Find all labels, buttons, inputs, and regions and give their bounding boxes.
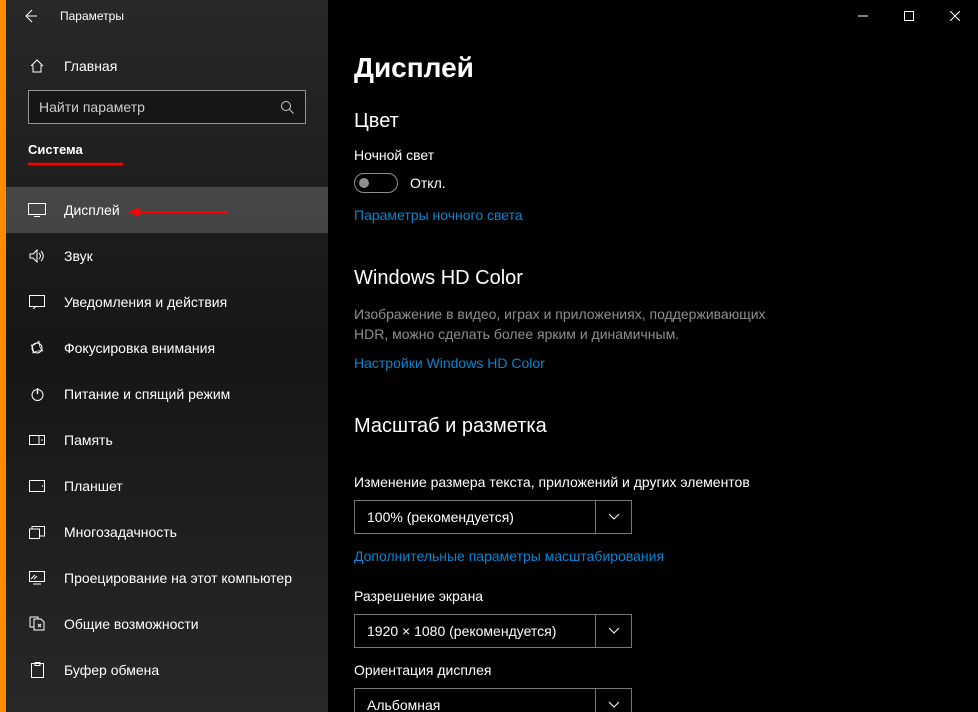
sidebar-item-label: Фокусировка внимания xyxy=(64,340,215,356)
titlebar: Параметры xyxy=(6,0,978,32)
resolution-label: Разрешение экрана xyxy=(354,588,978,604)
resize-label: Изменение размера текста, приложений и д… xyxy=(354,474,978,490)
projecting-icon xyxy=(28,571,46,585)
sidebar-item-power[interactable]: Питание и спящий режим xyxy=(6,371,328,417)
sidebar: Главная Система Дисплей xyxy=(6,0,328,712)
night-light-state: Откл. xyxy=(410,175,446,191)
orientation-dropdown[interactable]: Альбомная xyxy=(354,688,632,712)
night-light-settings-link[interactable]: Параметры ночного света xyxy=(354,207,523,223)
focus-icon xyxy=(28,340,46,356)
sound-icon xyxy=(28,249,46,263)
page-title: Дисплей xyxy=(354,52,978,84)
chevron-down-icon xyxy=(595,501,631,533)
sidebar-item-focus[interactable]: Фокусировка внимания xyxy=(6,325,328,371)
orientation-label: Ориентация дисплея xyxy=(354,662,978,678)
sidebar-item-label: Многозадачность xyxy=(64,524,177,540)
storage-icon xyxy=(28,435,46,445)
group-heading-hdcolor: Windows HD Color xyxy=(354,267,978,290)
group-heading-color: Цвет xyxy=(354,110,978,133)
sidebar-item-sound[interactable]: Звук xyxy=(6,233,328,279)
sidebar-item-shared[interactable]: Общие возможности xyxy=(6,601,328,647)
sidebar-item-label: Звук xyxy=(64,248,93,264)
sidebar-item-notifications[interactable]: Уведомления и действия xyxy=(6,279,328,325)
minimize-button[interactable] xyxy=(840,0,886,32)
sidebar-item-label: Буфер обмена xyxy=(64,662,159,678)
clipboard-icon xyxy=(28,662,46,678)
sidebar-item-projecting[interactable]: Проецирование на этот компьютер xyxy=(6,555,328,601)
chevron-down-icon xyxy=(595,615,631,647)
hdcolor-link[interactable]: Настройки Windows HD Color xyxy=(354,355,545,371)
sidebar-home-label: Главная xyxy=(64,58,117,74)
resolution-dropdown[interactable]: 1920 × 1080 (рекомендуется) xyxy=(354,614,632,648)
window-title: Параметры xyxy=(60,9,124,23)
sidebar-section-label: Система xyxy=(28,142,83,157)
close-button[interactable] xyxy=(932,0,978,32)
night-light-toggle[interactable] xyxy=(354,173,398,193)
maximize-button[interactable] xyxy=(886,0,932,32)
search-input-wrapper[interactable] xyxy=(28,90,306,124)
sidebar-item-tablet[interactable]: Планшет xyxy=(6,463,328,509)
sidebar-nav: Дисплей Звук Уведомления и действия xyxy=(6,187,328,693)
group-heading-scale: Масштаб и разметка xyxy=(354,415,978,438)
annotation-arrow xyxy=(128,207,228,217)
power-icon xyxy=(28,387,46,402)
sidebar-item-display[interactable]: Дисплей xyxy=(6,187,328,233)
annotation-underline xyxy=(28,163,123,165)
sidebar-item-label: Память xyxy=(64,432,113,448)
orientation-value: Альбомная xyxy=(355,697,595,712)
notifications-icon xyxy=(28,295,46,309)
scale-value: 100% (рекомендуется) xyxy=(355,509,595,525)
content: Дисплей Цвет Ночной свет Откл. Параметры… xyxy=(328,0,978,712)
sidebar-item-label: Дисплей xyxy=(64,202,120,218)
resolution-value: 1920 × 1080 (рекомендуется) xyxy=(355,623,595,639)
search-icon xyxy=(280,100,295,115)
search-input[interactable] xyxy=(39,99,269,115)
multitask-icon xyxy=(28,526,46,539)
sidebar-item-label: Проецирование на этот компьютер xyxy=(64,570,292,586)
display-icon xyxy=(28,203,46,217)
sidebar-item-label: Планшет xyxy=(64,478,123,494)
tablet-icon xyxy=(28,480,46,492)
sidebar-item-clipboard[interactable]: Буфер обмена xyxy=(6,647,328,693)
shared-icon xyxy=(28,616,46,632)
sidebar-item-label: Питание и спящий режим xyxy=(64,386,230,402)
night-light-label: Ночной свет xyxy=(354,147,978,163)
sidebar-item-label: Уведомления и действия xyxy=(64,294,227,310)
sidebar-item-multitask[interactable]: Многозадачность xyxy=(6,509,328,555)
sidebar-home[interactable]: Главная xyxy=(6,48,328,88)
sidebar-item-label: Общие возможности xyxy=(64,616,199,632)
back-button[interactable] xyxy=(20,6,40,26)
home-icon xyxy=(28,58,46,74)
scale-dropdown[interactable]: 100% (рекомендуется) xyxy=(354,500,632,534)
sidebar-section-header: Система xyxy=(6,142,328,163)
hdcolor-desc: Изображение в видео, играх и приложениях… xyxy=(354,304,784,345)
chevron-down-icon xyxy=(595,689,631,712)
sidebar-item-storage[interactable]: Память xyxy=(6,417,328,463)
advanced-scaling-link[interactable]: Дополнительные параметры масштабирования xyxy=(354,548,664,564)
